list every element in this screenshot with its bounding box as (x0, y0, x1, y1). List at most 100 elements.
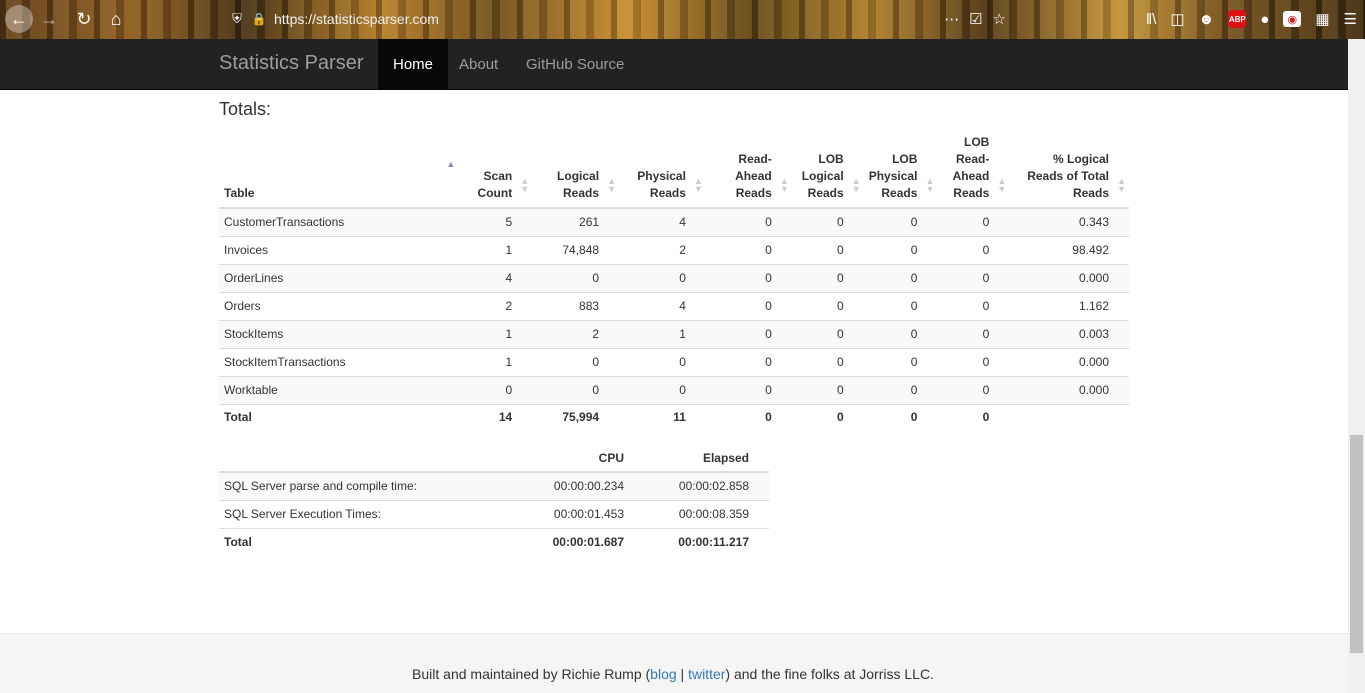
cell-read-ahead-reads: 0 (705, 319, 792, 348)
tracking-shield-icon[interactable]: ⛨ (226, 11, 248, 27)
cell-logical-reads: 74,848 (532, 235, 620, 264)
time-total-elapsed: 00:00:11.217 (644, 527, 769, 556)
table-row: Invoices 1 74,848 2 0 0 0 0 98.492 (219, 235, 1129, 264)
cell-pct-logical-reads: 0.003 (1009, 319, 1129, 348)
account-icon[interactable]: ☻ (1199, 11, 1215, 28)
brand-link[interactable]: Statistics Parser (219, 52, 363, 75)
blog-link[interactable]: blog (650, 666, 676, 682)
time-row: SQL Server parse and compile time: 00:00:… (219, 471, 769, 500)
footer-prefix: Built and maintained by Richie Rump ( (412, 666, 651, 682)
time-cell-cpu: 00:00:00.234 (519, 471, 644, 500)
home-icon[interactable]: ⌂ (104, 6, 128, 32)
sort-icon[interactable]: ▲ ▼ (925, 176, 934, 193)
time-header-label (219, 448, 519, 473)
extension-icon[interactable]: ● (1260, 11, 1269, 28)
cell-lob-logical-reads: 0 (791, 347, 864, 376)
cell-logical-reads: 261 (532, 207, 620, 236)
column-header-label: LOB Logical Reads (801, 152, 844, 200)
column-header-lob-read-ahead-reads[interactable]: LOB Read-Ahead Reads ▲ ▼ (937, 132, 1010, 209)
url-bar[interactable]: ⛨ 🔒 https://statisticsparser.com ⋯ ☑ ☆ (222, 6, 1012, 32)
cell-lob-read-ahead-reads: 0 (937, 319, 1010, 348)
cell-lob-read-ahead-reads: 0 (937, 263, 1010, 292)
forward-arrow-icon[interactable]: → (38, 6, 60, 32)
bookmark-star-icon[interactable]: ☆ (993, 10, 1006, 28)
library-icon[interactable]: ‖\ (1146, 11, 1156, 28)
footer-separator: | (676, 666, 689, 682)
cell-lob-read-ahead-reads: 0 (937, 291, 1010, 320)
total-logical-reads: 75,994 (532, 403, 620, 430)
column-header-lob-logical-reads[interactable]: LOB Logical Reads ▲ ▼ (791, 132, 864, 209)
execution-time-table: CPU Elapsed SQL Server parse and compile … (219, 448, 769, 556)
column-header-logical-reads[interactable]: Logical Reads ▲ ▼ (532, 132, 620, 209)
record-icon[interactable]: ◉ (1283, 11, 1302, 27)
pocket-icon[interactable]: ☑ (969, 10, 982, 28)
column-header-physical-reads[interactable]: Physical Reads ▲ ▼ (619, 132, 706, 209)
cell-table: Worktable (219, 375, 459, 404)
column-header-lob-physical-reads[interactable]: LOB Physical Reads ▲ ▼ (863, 132, 938, 209)
total-lob-physical-reads: 0 (863, 403, 938, 430)
time-total-row: Total 00:00:01.687 00:00:11.217 (219, 527, 769, 556)
total-read-ahead-reads: 0 (705, 403, 792, 430)
cell-lob-logical-reads: 0 (791, 235, 864, 264)
cell-logical-reads: 0 (532, 347, 620, 376)
cell-physical-reads: 0 (619, 375, 706, 404)
reload-icon[interactable]: ↻ (72, 6, 96, 32)
time-cell-cpu: 00:00:01.453 (519, 499, 644, 528)
cell-logical-reads: 2 (532, 319, 620, 348)
cell-pct-logical-reads: 0.343 (1009, 207, 1129, 236)
cell-physical-reads: 2 (619, 235, 706, 264)
sort-icon[interactable]: ▲ ▼ (780, 176, 789, 193)
cell-physical-reads: 4 (619, 207, 706, 236)
table-row: StockItemTransactions 1 0 0 0 0 0 0 0.000 (219, 347, 1129, 376)
sort-icon[interactable]: ▲ ▼ (1117, 176, 1126, 193)
column-header-label: Scan Count (477, 169, 513, 200)
lock-icon[interactable]: 🔒 (248, 12, 270, 26)
column-header-label: LOB Physical Reads (868, 152, 918, 200)
cell-lob-read-ahead-reads: 0 (937, 347, 1010, 376)
sort-icon[interactable]: ▲ ▼ (694, 176, 703, 193)
cell-physical-reads: 4 (619, 291, 706, 320)
more-actions-icon[interactable]: ⋯ (944, 10, 959, 28)
nav-home[interactable]: Home (378, 39, 449, 89)
cell-logical-reads: 883 (532, 291, 620, 320)
menu-hamburger-icon[interactable]: ☰ (1344, 10, 1357, 28)
sort-icon[interactable]: ▲ ▼ (997, 176, 1006, 193)
total-lob-read-ahead-reads: 0 (937, 403, 1010, 430)
time-cell-label: SQL Server parse and compile time: (219, 471, 519, 500)
column-header-label: Physical Reads (637, 169, 686, 200)
cell-lob-read-ahead-reads: 0 (937, 207, 1010, 236)
time-cell-elapsed: 00:00:08.359 (644, 499, 769, 528)
back-arrow-icon[interactable]: ← (5, 5, 33, 33)
nav-about[interactable]: About (444, 39, 513, 89)
url-text[interactable]: https://statisticsparser.com (274, 11, 439, 27)
cell-table: CustomerTransactions (219, 207, 459, 236)
column-header-pct-logical-reads[interactable]: % Logical Reads of Total Reads ▲ ▼ (1009, 132, 1129, 209)
twitter-link[interactable]: twitter (688, 666, 725, 682)
time-header-cpu: CPU (519, 448, 644, 473)
cell-table: Orders (219, 291, 459, 320)
cell-lob-logical-reads: 0 (791, 319, 864, 348)
cell-lob-logical-reads: 0 (791, 375, 864, 404)
sidebar-icon[interactable]: ◫ (1170, 10, 1184, 28)
sort-ascending-icon[interactable]: ▲ (446, 160, 455, 169)
cell-physical-reads: 0 (619, 263, 706, 292)
table-row: OrderLines 4 0 0 0 0 0 0 0.000 (219, 263, 1129, 292)
total-pct-logical-reads (1009, 403, 1129, 430)
sort-icon[interactable]: ▲ ▼ (520, 176, 529, 193)
cell-read-ahead-reads: 0 (705, 375, 792, 404)
cell-lob-logical-reads: 0 (791, 291, 864, 320)
adblock-icon[interactable]: ABP (1228, 10, 1247, 28)
scrollbar-thumb[interactable] (1350, 435, 1363, 653)
grid-extension-icon[interactable]: ▦ (1315, 10, 1329, 28)
time-row: SQL Server Execution Times: 00:00:01.453 0… (219, 499, 769, 528)
sort-icon[interactable]: ▲ ▼ (852, 176, 861, 193)
time-cell-elapsed: 00:00:02.858 (644, 471, 769, 500)
column-header-table[interactable]: Table ▲ (219, 132, 459, 209)
column-header-read-ahead-reads[interactable]: Read-Ahead Reads ▲ ▼ (705, 132, 792, 209)
sort-icon[interactable]: ▲ ▼ (607, 176, 616, 193)
cell-logical-reads: 0 (532, 375, 620, 404)
column-header-scan-count[interactable]: Scan Count ▲ ▼ (458, 132, 533, 209)
column-header-label: Read-Ahead Reads (735, 152, 772, 200)
totals-heading: Totals: (219, 99, 272, 119)
nav-github-source[interactable]: GitHub Source (511, 39, 639, 89)
